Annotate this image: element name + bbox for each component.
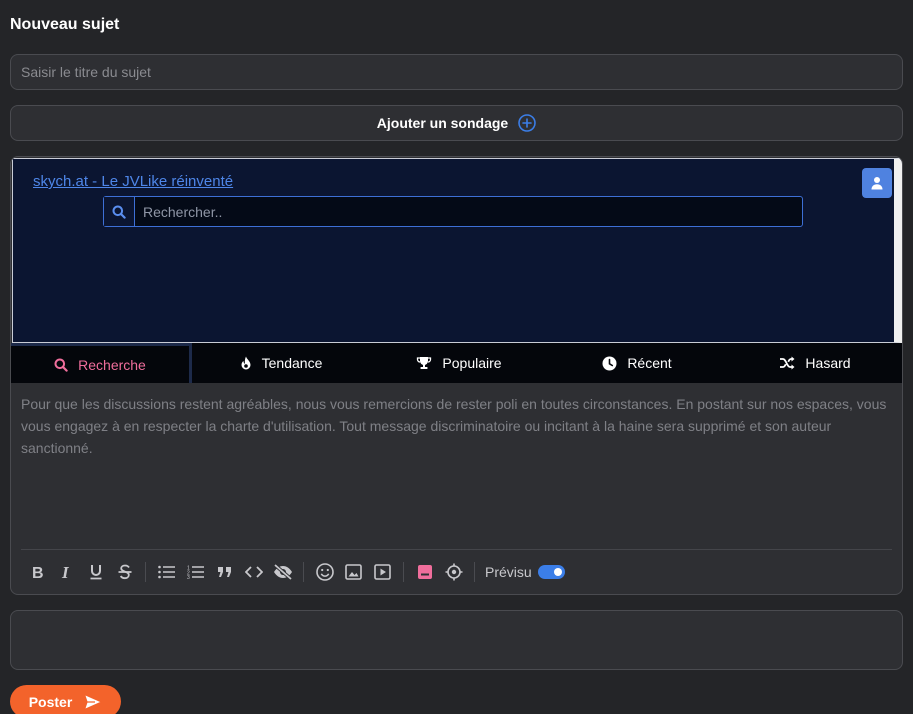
post-button[interactable]: Poster <box>10 685 121 714</box>
emoji-icon[interactable] <box>310 559 339 585</box>
search-icon[interactable] <box>104 197 135 226</box>
clock-icon <box>602 356 617 371</box>
embed-widget: skych.at - Le JVLike réinventé <box>12 158 902 343</box>
message-textarea[interactable]: Pour que les discussions restent agréabl… <box>21 393 891 459</box>
settings-icon[interactable] <box>439 559 468 585</box>
embed-search-bar <box>103 196 803 227</box>
plus-circle-icon <box>518 114 537 132</box>
sticker-icon[interactable] <box>410 559 439 585</box>
underline-icon[interactable] <box>81 559 110 585</box>
bold-icon[interactable]: B <box>23 559 52 585</box>
svg-text:I: I <box>61 565 70 579</box>
embed-site-link[interactable]: skych.at - Le JVLike réinventé <box>33 173 233 190</box>
preview-toggle[interactable] <box>537 565 565 579</box>
user-button[interactable] <box>862 168 892 198</box>
tab-hasard[interactable]: Hasard <box>726 343 902 383</box>
tab-label: Récent <box>627 355 672 371</box>
trophy-icon <box>416 356 432 370</box>
strikethrough-icon[interactable] <box>110 559 139 585</box>
svg-text:3: 3 <box>187 575 190 579</box>
subject-title-input[interactable] <box>10 54 903 90</box>
add-poll-label: Ajouter un sondage <box>376 115 509 131</box>
shuffle-icon <box>779 356 795 370</box>
search-icon <box>54 358 68 372</box>
page-title: Nouveau sujet <box>10 16 120 33</box>
send-icon <box>84 693 103 710</box>
preview-label: Prévisu <box>485 564 532 580</box>
image-icon[interactable] <box>339 559 368 585</box>
code-icon[interactable] <box>239 559 268 585</box>
message-editor: skych.at - Le JVLike réinventé Recherche… <box>10 156 903 595</box>
numbered-list-icon[interactable]: 123 <box>181 559 210 585</box>
tab-label: Recherche <box>78 356 146 373</box>
toolbar-separator <box>474 562 475 582</box>
italic-icon[interactable]: I <box>52 559 81 585</box>
add-poll-button[interactable]: Ajouter un sondage <box>10 105 903 141</box>
embed-search-input[interactable] <box>135 197 802 226</box>
post-button-label: Poster <box>28 693 73 710</box>
fire-icon <box>240 356 252 370</box>
toolbar-divider <box>21 549 892 550</box>
tab-recherche[interactable]: Recherche <box>11 343 192 383</box>
tab-tendance[interactable]: Tendance <box>192 343 370 383</box>
quote-icon[interactable] <box>210 559 239 585</box>
toolbar-separator <box>145 562 146 582</box>
toolbar-separator <box>303 562 304 582</box>
tab-recent[interactable]: Récent <box>548 343 726 383</box>
video-icon[interactable] <box>368 559 397 585</box>
format-toolbar: B I 123 Prévisu <box>23 559 565 585</box>
toolbar-separator <box>403 562 404 582</box>
user-icon <box>870 176 884 190</box>
tab-label: Populaire <box>442 355 502 371</box>
bullet-list-icon[interactable] <box>152 559 181 585</box>
tab-label: Tendance <box>261 355 323 371</box>
secondary-input-box[interactable] <box>10 610 903 670</box>
tab-label: Hasard <box>805 355 851 371</box>
embed-tabbar: Recherche Tendance Populaire Récent Hasa… <box>11 343 902 383</box>
svg-text:B: B <box>32 565 44 579</box>
tab-populaire[interactable]: Populaire <box>370 343 548 383</box>
spoiler-eye-slash-icon[interactable] <box>268 559 297 585</box>
